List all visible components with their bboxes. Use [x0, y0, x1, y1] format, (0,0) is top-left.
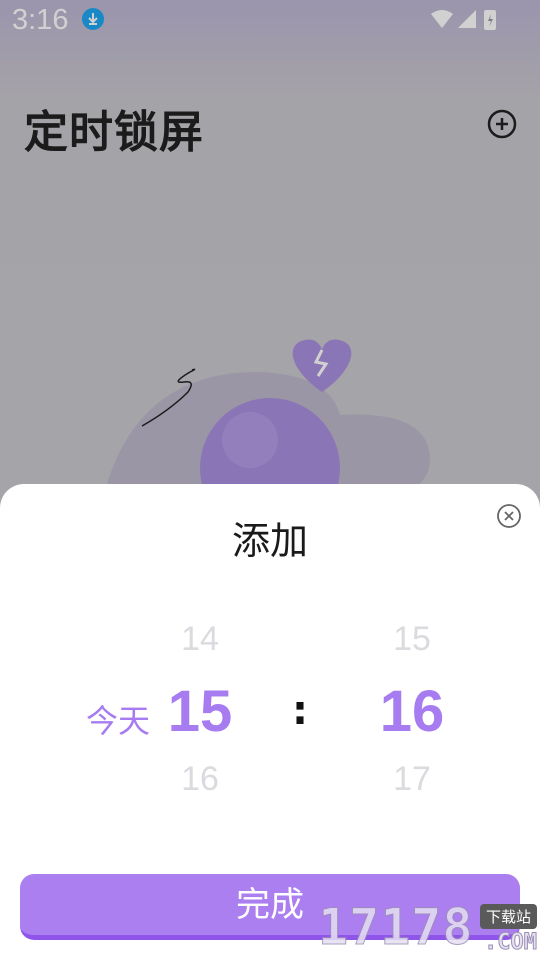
time-picker: 今天 14 15 16 : 15 16 17: [0, 604, 540, 854]
watermark-digits: 17178: [318, 898, 474, 957]
add-timer-sheet: 添加 今天 14 15 16 : 15 16 17 完成: [0, 484, 540, 960]
sheet-title: 添加: [231, 519, 308, 563]
watermark-badge: 下载站: [480, 904, 538, 929]
minute-selected[interactable]: 16: [362, 678, 462, 745]
minute-wheel[interactable]: 15 16 17: [362, 604, 462, 854]
hour-prev[interactable]: 14: [150, 620, 250, 659]
watermark-logo: 17178 下载站 .COM: [318, 896, 540, 960]
time-separator: :: [292, 688, 308, 734]
minute-prev[interactable]: 15: [362, 620, 462, 659]
hour-wheel[interactable]: 14 15 16: [150, 604, 250, 854]
minute-next[interactable]: 17: [362, 760, 462, 799]
watermark-suffix: .COM: [484, 930, 538, 956]
hour-next[interactable]: 16: [150, 760, 250, 799]
close-circle-icon[interactable]: [496, 503, 522, 529]
hour-selected[interactable]: 15: [150, 678, 250, 745]
day-label: 今天: [86, 702, 151, 740]
